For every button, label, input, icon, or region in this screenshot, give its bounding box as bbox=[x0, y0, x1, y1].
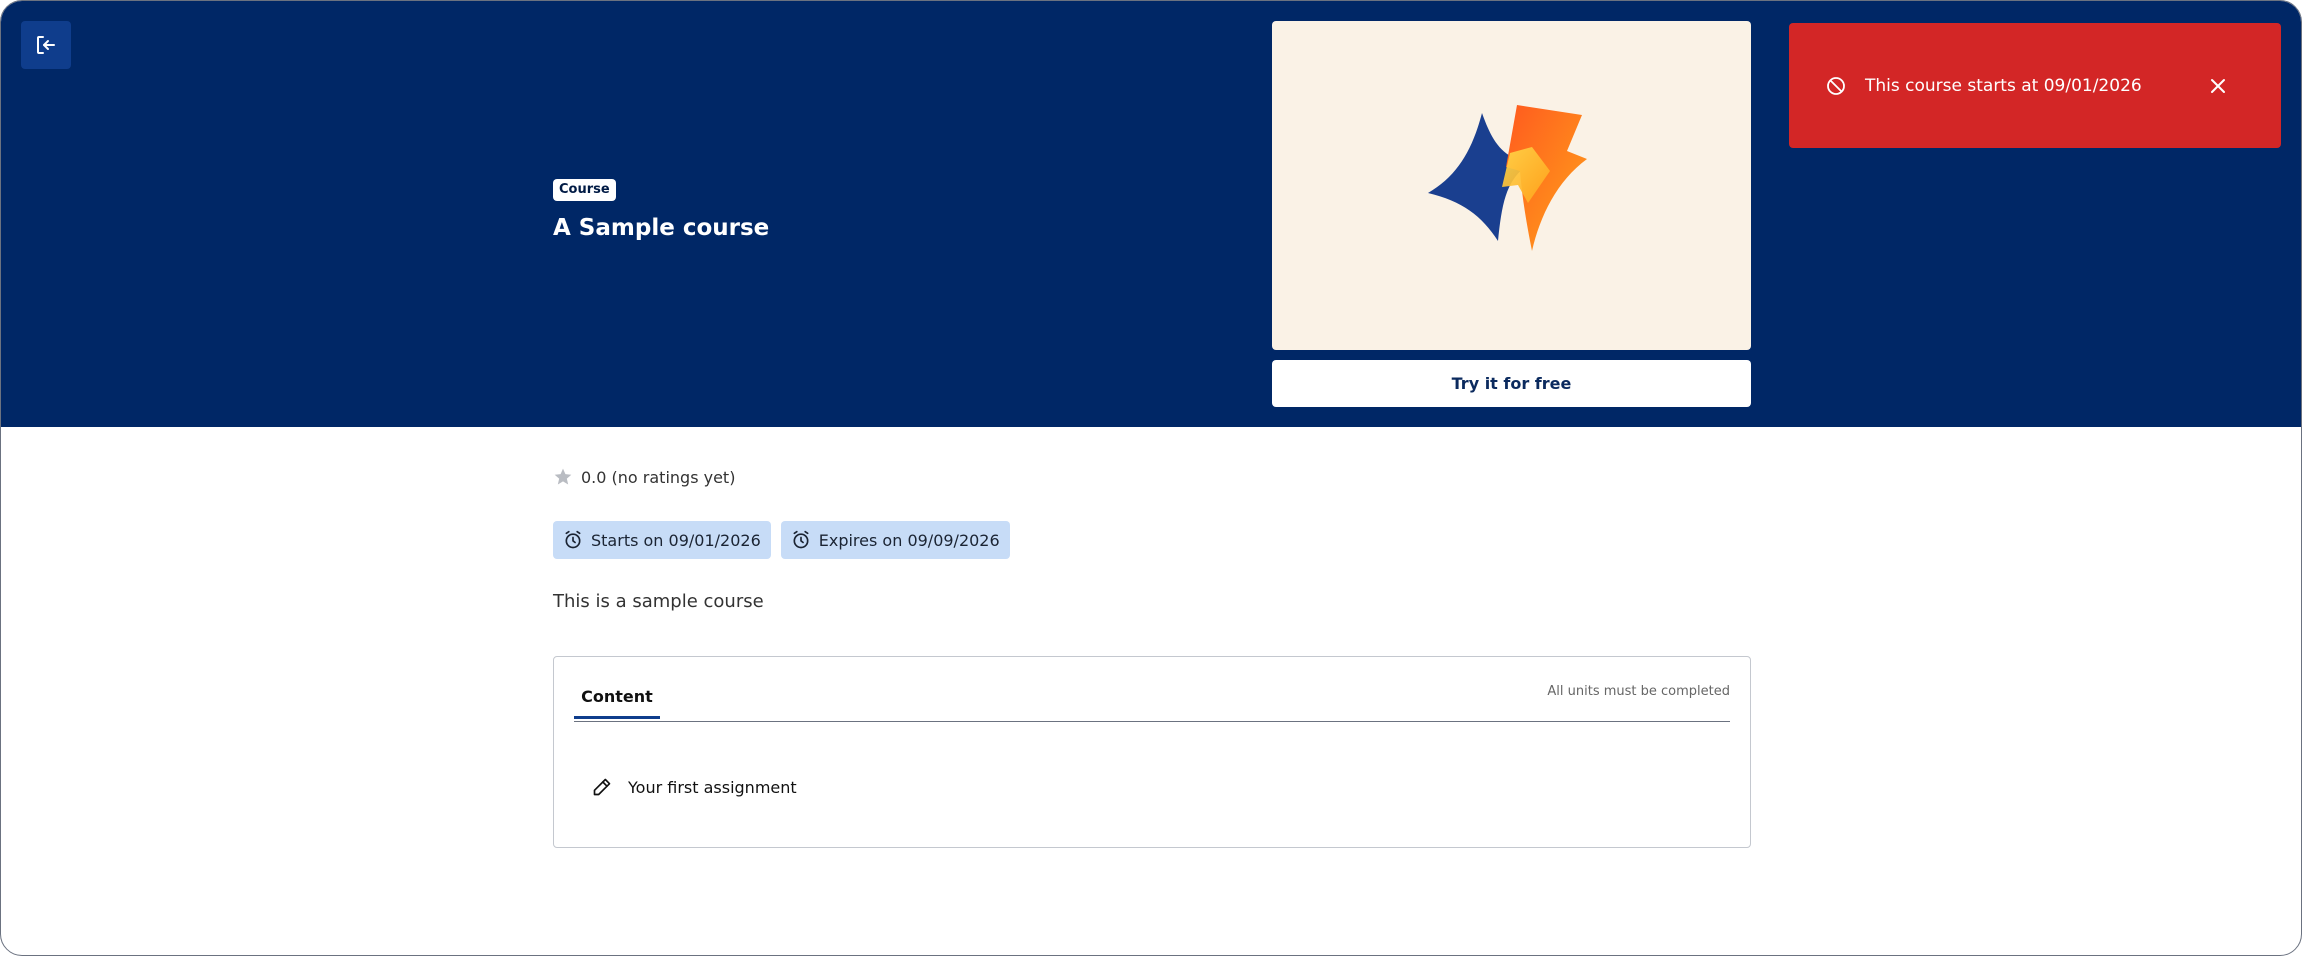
star-icon bbox=[554, 468, 572, 485]
try-for-free-button[interactable]: Try it for free bbox=[1272, 360, 1751, 407]
course-description: This is a sample course bbox=[553, 591, 764, 612]
expiry-date-tag: Expires on 09/09/2026 bbox=[780, 521, 1010, 559]
app-window: Course A Sample course Try it for free T… bbox=[0, 0, 2302, 956]
course-logo-image bbox=[1428, 105, 1587, 251]
close-icon bbox=[2211, 79, 2225, 93]
pencil-icon bbox=[593, 778, 611, 796]
content-panel: Content All units must be completed Your… bbox=[553, 656, 1751, 848]
start-date-text: Starts on 09/01/2026 bbox=[591, 530, 761, 550]
unit-item[interactable]: Your first assignment bbox=[592, 777, 797, 797]
start-date-tag: Starts on 09/01/2026 bbox=[553, 521, 771, 559]
alarm-clock-icon bbox=[565, 530, 581, 549]
expiry-date-text: Expires on 09/09/2026 bbox=[818, 530, 1000, 550]
course-title: A Sample course bbox=[553, 215, 770, 241]
error-toast: This course starts at 09/01/2026 bbox=[1789, 23, 2281, 148]
course-header: Course A Sample course Try it for free T… bbox=[1, 1, 2301, 427]
toast-message: This course starts at 09/01/2026 bbox=[1865, 76, 2142, 96]
exit-button[interactable] bbox=[21, 21, 71, 69]
alarm-clock-icon bbox=[793, 530, 809, 549]
course-type-badge: Course bbox=[553, 179, 616, 201]
toast-close-button[interactable] bbox=[2205, 73, 2231, 99]
completion-rule: All units must be completed bbox=[1547, 684, 1730, 699]
ban-icon bbox=[1827, 77, 1845, 95]
course-rating: 0.0 (no ratings yet) bbox=[553, 467, 735, 487]
content-tabs: Content All units must be completed bbox=[574, 672, 1730, 722]
tab-content[interactable]: Content bbox=[574, 672, 660, 719]
course-thumbnail bbox=[1272, 21, 1751, 350]
course-dates: Starts on 09/01/2026 Expires on 09/09/20… bbox=[553, 521, 1010, 559]
exit-icon bbox=[37, 36, 55, 54]
rating-text: 0.0 (no ratings yet) bbox=[581, 467, 736, 487]
unit-label: Your first assignment bbox=[628, 777, 797, 797]
